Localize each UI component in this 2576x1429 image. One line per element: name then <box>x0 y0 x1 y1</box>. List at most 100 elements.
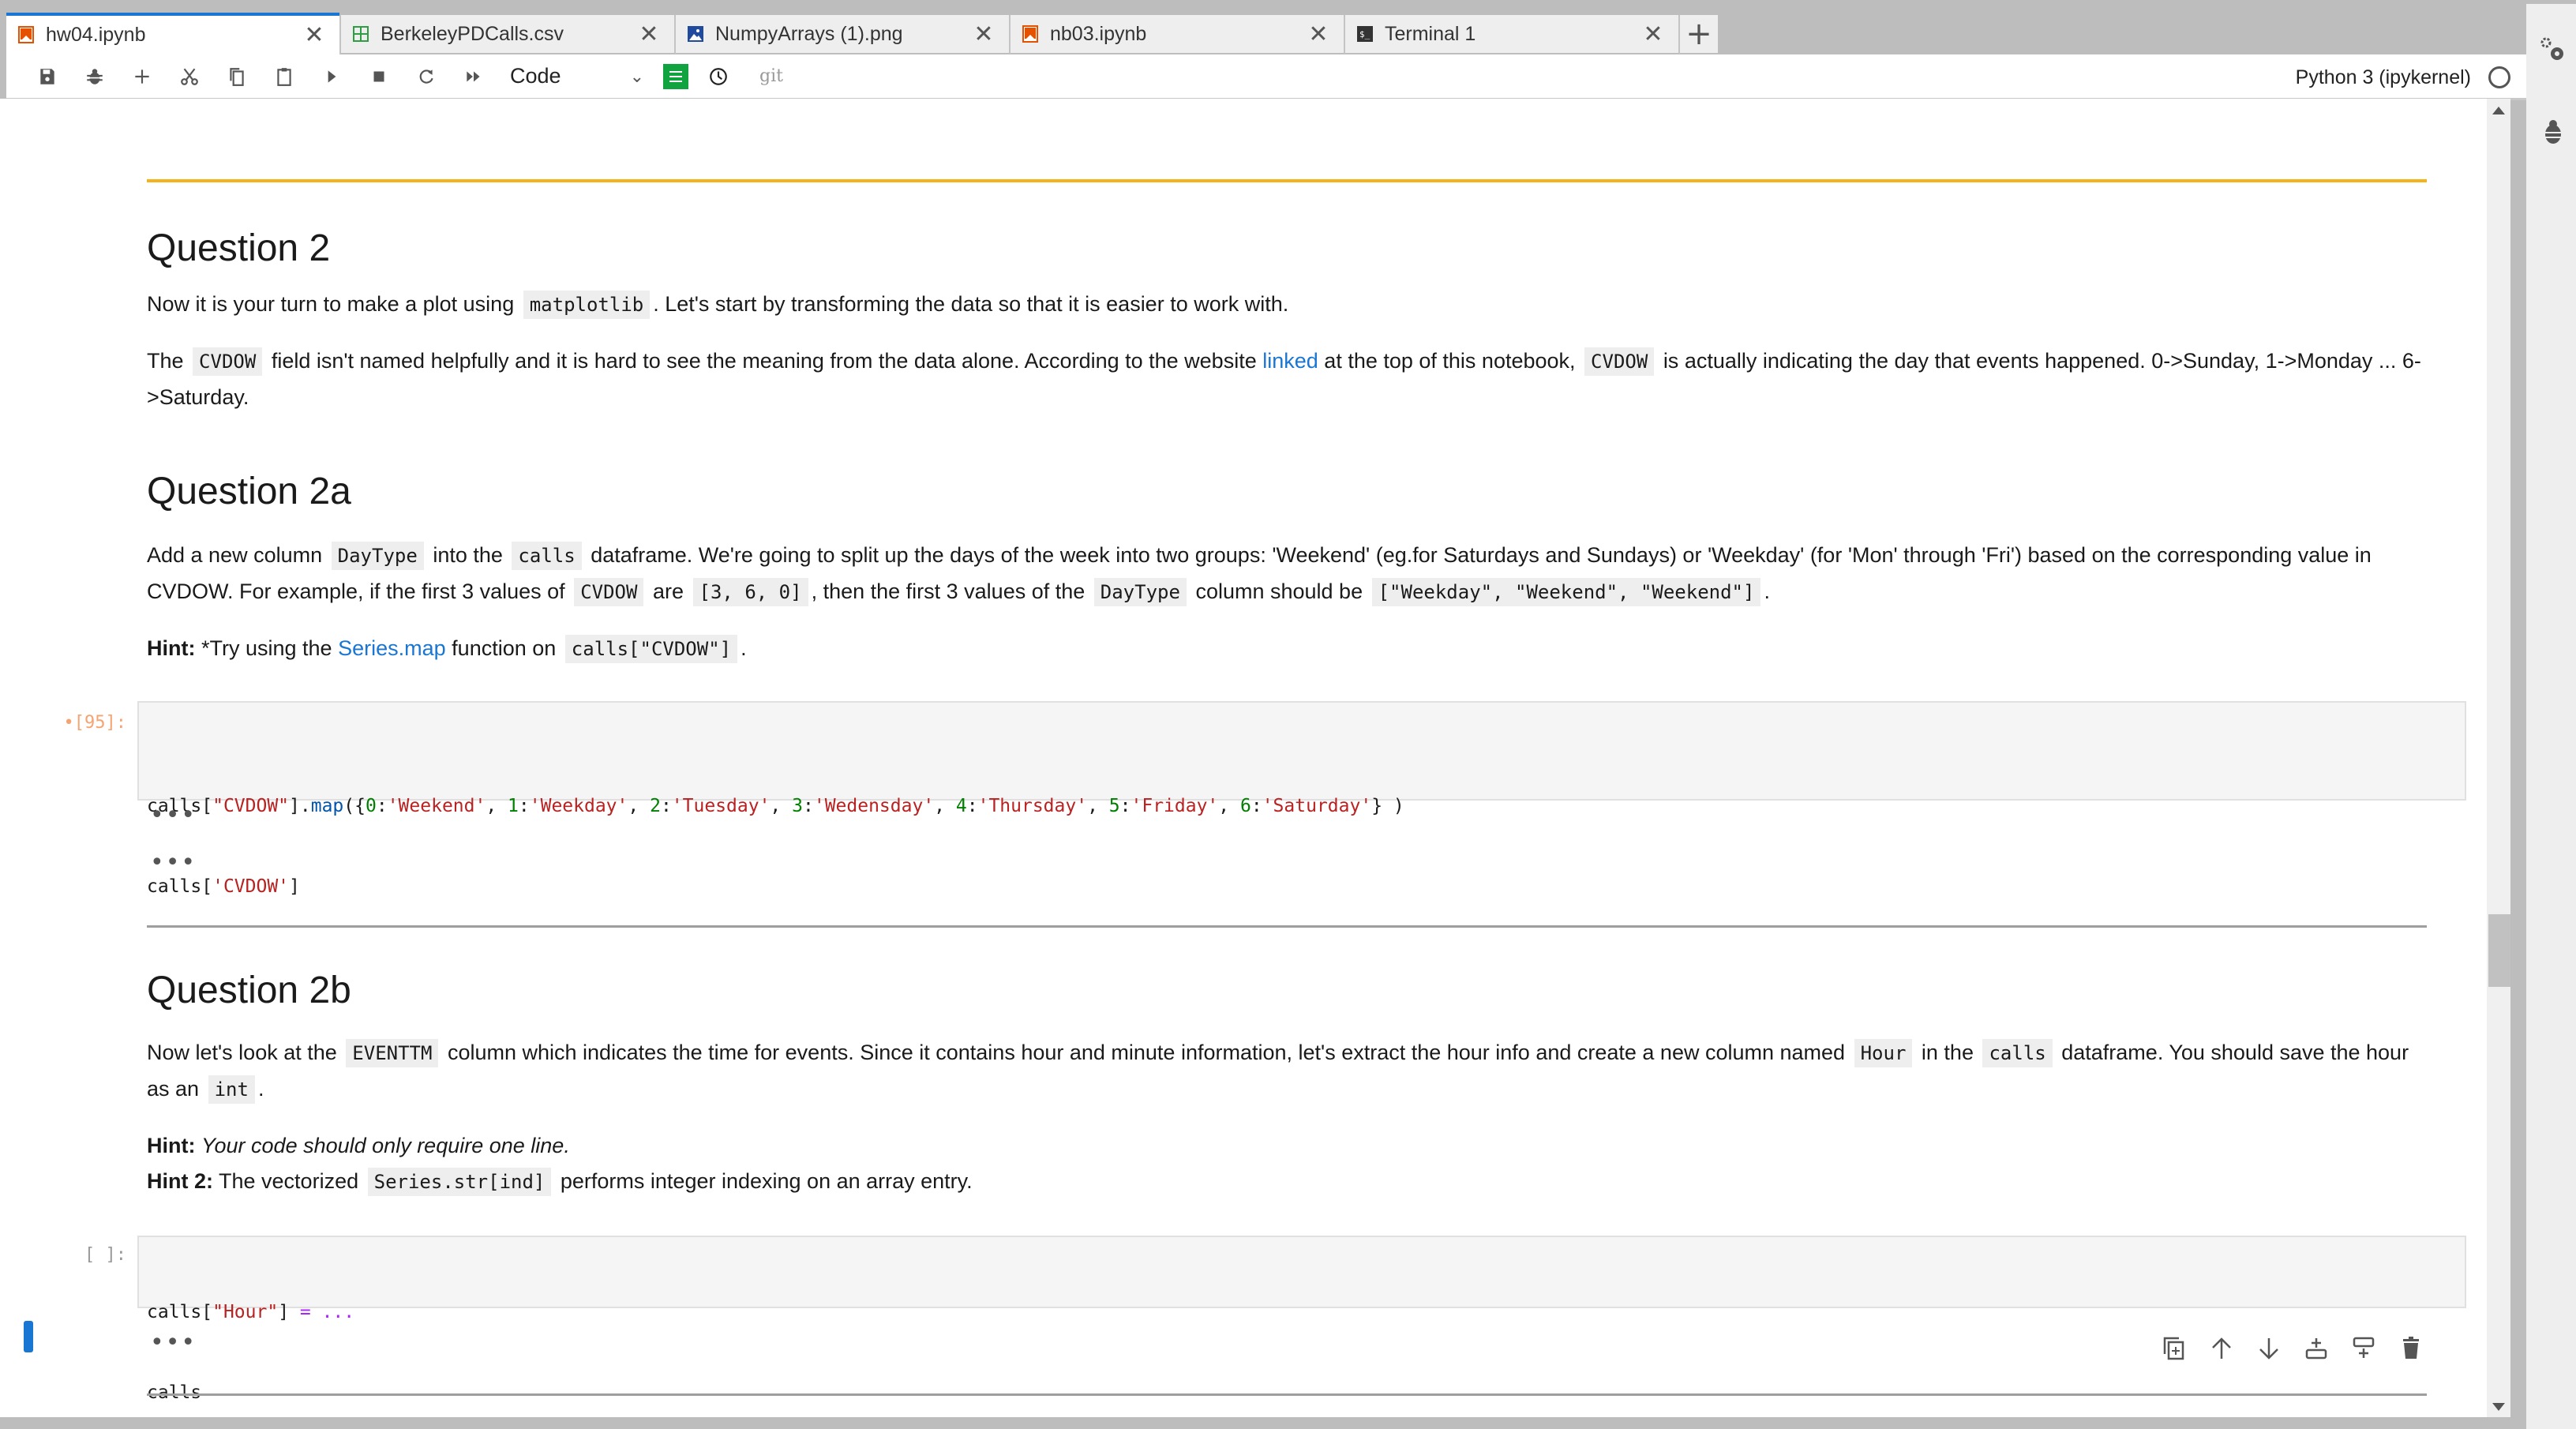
debug-button[interactable] <box>71 59 118 94</box>
add-tab-button[interactable]: + <box>1680 15 1718 53</box>
scroll-down-arrow-icon[interactable] <box>2492 1403 2505 1411</box>
right-sidebar <box>2526 4 2576 1429</box>
close-icon[interactable]: ✕ <box>1307 21 1329 48</box>
cell-prompt: [ ]: <box>84 1245 126 1265</box>
code-token: 4 <box>955 796 967 816</box>
tab-label: BerkeleyPDCalls.csv <box>381 22 564 45</box>
restart-button[interactable] <box>403 59 450 94</box>
inline-code: int <box>208 1075 255 1104</box>
gears-icon <box>2540 37 2563 60</box>
cell-type-dropdown[interactable]: Code ⌄ <box>510 59 644 94</box>
kernel-status-icon <box>2488 66 2510 88</box>
git-button[interactable]: git <box>759 66 783 86</box>
spreadsheet-icon <box>352 24 369 43</box>
vertical-scrollbar[interactable] <box>2487 99 2510 1417</box>
code-token: 2 <box>650 796 661 816</box>
collapsed-output-toggle[interactable]: ••• <box>150 1329 197 1356</box>
fast-forward-icon <box>467 71 480 81</box>
code-line: calls <box>147 1379 2457 1406</box>
cut-button[interactable] <box>166 59 213 94</box>
tab-hw04[interactable]: hw04.ipynb ✕ <box>6 13 341 54</box>
section-divider <box>147 925 2427 928</box>
text: Now it is your turn to make a plot using <box>147 292 515 316</box>
property-inspector-button[interactable] <box>663 63 688 89</box>
insert-below-icon <box>2353 1337 2375 1358</box>
hint-label: Hint 2: <box>147 1169 213 1193</box>
cell-prompt: •[95]: <box>63 713 126 733</box>
markdown-cell-q2[interactable]: Question 2 Now it is your turn to make a… <box>147 225 2436 415</box>
close-icon[interactable]: ✕ <box>1642 21 1664 48</box>
code-token: , <box>1218 796 1240 816</box>
code-cell-editor[interactable]: calls["CVDOW"].map({0:'Weekend', 1:'Week… <box>137 701 2466 897</box>
notebook-panel: Question 2 Now it is your turn to make a… <box>0 99 2487 1417</box>
inline-code: DayType <box>1093 578 1187 606</box>
close-icon[interactable]: ✕ <box>638 21 660 48</box>
copy-button[interactable] <box>213 59 261 94</box>
text: . <box>257 1077 264 1101</box>
inline-code: Hour <box>1854 1039 1913 1067</box>
close-icon[interactable]: ✕ <box>303 21 325 49</box>
hint-text: Your code should only require one line. <box>201 1134 570 1157</box>
image-icon <box>687 24 704 43</box>
inline-code: Series.str[ind] <box>367 1168 552 1196</box>
linked-link[interactable]: linked <box>1262 349 1318 373</box>
code-token: calls[ <box>147 876 213 897</box>
code-token: 'Weekend' <box>387 796 486 816</box>
delete-cell-button[interactable] <box>2397 1334 2425 1363</box>
insert-below-button[interactable] <box>2349 1334 2378 1363</box>
code-token: 'Thursday' <box>977 796 1088 816</box>
code-line: calls["Hour"] = ... <box>147 1299 2457 1326</box>
hint-paragraph: Hint 2: The vectorized Series.str[ind] p… <box>147 1164 2436 1200</box>
text: , then the first 3 values of the <box>811 579 1086 603</box>
add-cell-button[interactable] <box>118 59 166 94</box>
code-token: 'Wedensday' <box>813 796 935 816</box>
text: . <box>1764 579 1770 603</box>
hint-label: Hint: <box>147 1134 196 1157</box>
code-token: 'CVDOW' <box>212 876 290 897</box>
run-button[interactable] <box>308 59 355 94</box>
save-button[interactable] <box>24 59 71 94</box>
tab-numpyarrays[interactable]: NumpyArrays (1).png ✕ <box>676 15 1011 54</box>
code-token: = ... <box>299 1302 355 1322</box>
collapsed-output-toggle[interactable]: ••• <box>150 801 197 829</box>
code-cell-editor[interactable]: calls["Hour"] = ... calls <box>137 1236 2466 1403</box>
history-button[interactable] <box>695 59 742 94</box>
code-token: 'Weekday' <box>529 796 628 816</box>
property-inspector-tab[interactable] <box>2537 34 2569 66</box>
paste-button[interactable] <box>261 59 308 94</box>
code-token: ]. <box>289 796 311 816</box>
inline-code: CVDOW <box>574 578 644 606</box>
chevron-down-icon: ⌄ <box>629 66 644 86</box>
duplicate-icon <box>2163 1337 2184 1360</box>
code-token: : <box>966 796 978 816</box>
duplicate-cell-button[interactable] <box>2160 1334 2188 1363</box>
code-line: calls["CVDOW"].map({0:'Weekend', 1:'Week… <box>147 793 2457 820</box>
notebook-toolbar: Code ⌄ git Python 3 (ipykernel) <box>6 54 2526 100</box>
tab-nb03[interactable]: nb03.ipynb ✕ <box>1011 15 1345 54</box>
scrollbar-thumb[interactable] <box>2488 914 2510 987</box>
code-line: calls['CVDOW'] <box>147 873 2457 900</box>
markdown-cell-q2b[interactable]: Question 2b Now let's look at the EVENTT… <box>147 967 2436 1200</box>
series-map-link[interactable]: Series.map <box>338 636 446 660</box>
tab-berkeleypdcalls[interactable]: BerkeleyPDCalls.csv ✕ <box>341 15 676 54</box>
section-divider <box>147 1393 2427 1396</box>
stop-button[interactable] <box>355 59 403 94</box>
code-token: calls[ <box>147 1302 213 1322</box>
paragraph: Now it is your turn to make a plot using… <box>147 287 2436 323</box>
save-icon <box>40 68 54 84</box>
collapsed-output-toggle[interactable]: ••• <box>150 849 197 876</box>
close-icon[interactable]: ✕ <box>973 21 995 48</box>
code-token: ] <box>278 1302 300 1322</box>
move-up-button[interactable] <box>2207 1334 2236 1363</box>
heading-question-2a: Question 2a <box>147 471 351 512</box>
debugger-tab[interactable] <box>2537 116 2569 148</box>
tab-terminal[interactable]: $_ Terminal 1 ✕ <box>1345 15 1680 54</box>
run-all-button[interactable] <box>450 59 497 94</box>
kernel-indicator[interactable]: Python 3 (ipykernel) <box>2296 54 2510 100</box>
markdown-cell-q2a[interactable]: Question 2a Add a new column DayType int… <box>147 468 2436 667</box>
insert-above-button[interactable] <box>2302 1334 2330 1363</box>
move-down-button[interactable] <box>2255 1334 2283 1363</box>
scroll-up-arrow-icon[interactable] <box>2492 107 2505 114</box>
code-token: , <box>486 796 508 816</box>
play-icon <box>328 69 336 83</box>
